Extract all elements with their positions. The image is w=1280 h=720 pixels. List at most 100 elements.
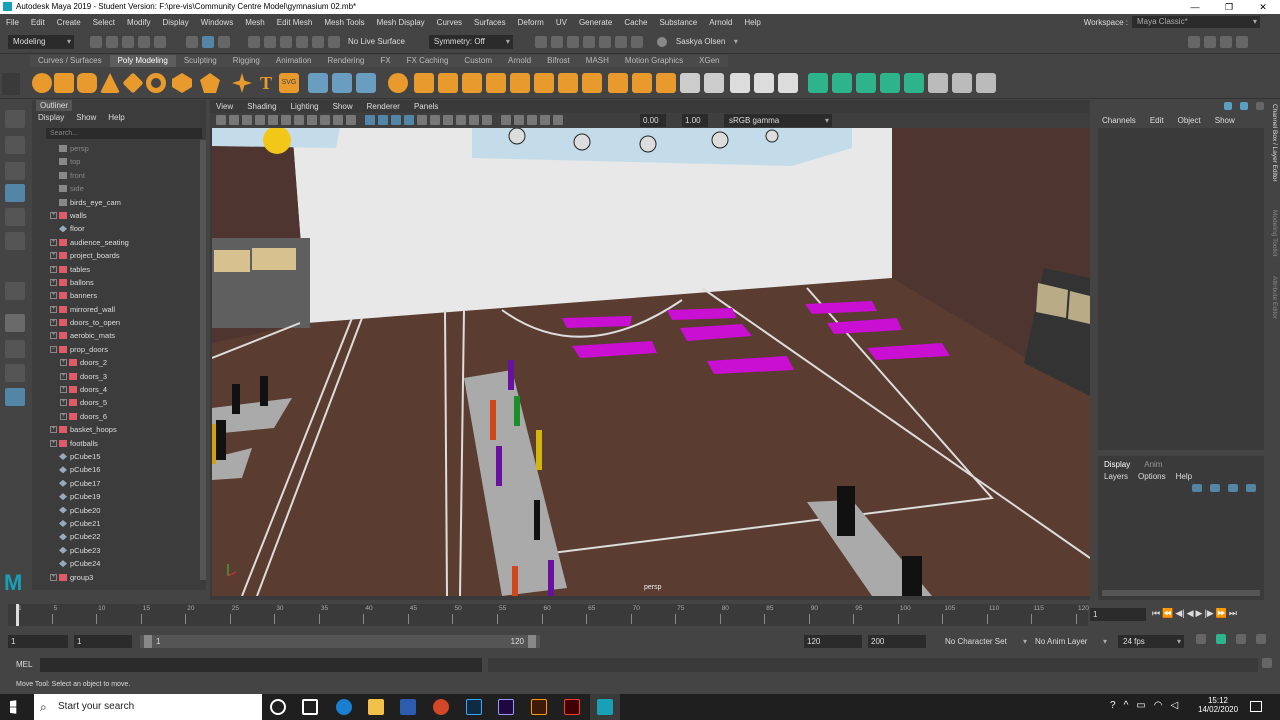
anim-layer-dropdown[interactable]: No Anim Layer <box>1030 635 1110 648</box>
step-back-key-icon[interactable]: ⏪ <box>1162 608 1173 619</box>
mel-input[interactable] <box>40 658 482 672</box>
animation-end-field[interactable]: 200 <box>868 635 926 648</box>
hypershade-icon[interactable] <box>598 35 611 48</box>
outliner-item[interactable]: + doors_2 <box>32 356 200 369</box>
snap-point-icon[interactable] <box>280 35 292 48</box>
uv-cylindrical-icon[interactable] <box>832 73 852 93</box>
shelf-tab-custom[interactable]: Custom <box>456 55 500 67</box>
select-object-icon[interactable] <box>202 35 214 48</box>
bevel-icon[interactable] <box>510 73 530 93</box>
ambient-occlusion-icon[interactable] <box>443 115 453 125</box>
mirror-icon[interactable] <box>414 73 434 93</box>
menu-mesh[interactable]: Mesh <box>239 18 271 27</box>
tab-anim[interactable]: Anim <box>1144 460 1162 469</box>
outliner-item[interactable]: + group3 <box>32 571 200 584</box>
separate-icon[interactable] <box>332 73 352 93</box>
svg-icon[interactable]: SVG <box>279 73 299 93</box>
rotate-tool-icon[interactable] <box>5 208 25 226</box>
snap-grid-icon[interactable] <box>248 35 260 48</box>
open-scene-icon[interactable] <box>106 35 118 48</box>
shelf-tab-poly-modeling[interactable]: Poly Modeling <box>109 55 176 67</box>
maximize-button[interactable]: ❐ <box>1212 0 1246 14</box>
file-explorer-icon[interactable] <box>368 699 384 715</box>
uv-sew-icon[interactable] <box>976 73 996 93</box>
safe-title-icon[interactable] <box>346 115 356 125</box>
poly-plane-icon[interactable] <box>122 72 144 94</box>
fuse-icon[interactable] <box>531 699 547 715</box>
outliner-item[interactable]: + doors_6 <box>32 410 200 423</box>
target-weld-icon[interactable] <box>730 73 750 93</box>
step-forward-key-icon[interactable]: ⏩ <box>1216 608 1227 619</box>
menu-arnold[interactable]: Arnold <box>703 18 738 27</box>
edge-browser-icon[interactable] <box>336 699 352 715</box>
close-button[interactable]: ✕ <box>1246 0 1280 14</box>
isolate-icon[interactable] <box>482 115 492 125</box>
menu-mesh-tools[interactable]: Mesh Tools <box>318 18 370 27</box>
layer-menu-options[interactable]: Options <box>1138 472 1166 481</box>
expand-toggle-icon[interactable]: + <box>50 265 57 273</box>
expand-toggle-icon[interactable]: + <box>60 412 67 420</box>
outliner-item[interactable]: + walls <box>32 209 200 222</box>
task-view-icon[interactable] <box>302 699 318 715</box>
go-to-end-icon[interactable]: ⏭ <box>1229 608 1237 619</box>
grid-icon[interactable] <box>268 115 278 125</box>
menu-deform[interactable]: Deform <box>512 18 550 27</box>
split-layout-icon[interactable] <box>5 340 25 358</box>
shadows-icon[interactable] <box>430 115 440 125</box>
outliner-item[interactable]: floor <box>32 222 200 235</box>
script-editor-icon[interactable] <box>1262 658 1272 668</box>
expand-toggle-icon[interactable]: + <box>50 439 57 447</box>
outliner-item[interactable]: pCube23 <box>32 544 200 557</box>
shelf-tab-motion-graphics[interactable]: Motion Graphics <box>616 55 692 67</box>
expand-toggle-icon[interactable]: + <box>60 372 67 380</box>
undo-icon[interactable] <box>138 35 150 48</box>
merge-icon[interactable] <box>438 73 458 93</box>
outliner-item[interactable]: + tables <box>32 263 200 276</box>
outliner-item[interactable]: + mirrored_wall <box>32 303 200 316</box>
fps-dropdown[interactable]: 24 fps <box>1118 635 1184 648</box>
combine-icon[interactable] <box>308 73 328 93</box>
snap-surface-icon[interactable] <box>312 35 324 48</box>
menu-substance[interactable]: Substance <box>653 18 703 27</box>
notifications-icon[interactable] <box>1250 701 1262 712</box>
expand-toggle-icon[interactable]: + <box>50 319 57 327</box>
super-shape-icon[interactable] <box>232 73 252 93</box>
channel-menu-channels[interactable]: Channels <box>1102 116 1136 125</box>
outliner-item[interactable]: + audience_seating <box>32 236 200 249</box>
clock-date[interactable]: 14/02/2020 <box>1198 705 1238 714</box>
menu-mesh-display[interactable]: Mesh Display <box>371 18 431 27</box>
shelf-settings-icon[interactable] <box>2 73 20 95</box>
move-tool-icon[interactable] <box>5 184 25 202</box>
render-frame-icon[interactable] <box>550 35 563 48</box>
outliner-item[interactable]: pCube15 <box>32 450 200 463</box>
playback-settings-icon[interactable] <box>1256 634 1266 644</box>
viewport-menu-panels[interactable]: Panels <box>414 100 438 113</box>
poly-text-icon[interactable]: T <box>256 73 276 93</box>
poly-cone-icon[interactable] <box>100 73 120 93</box>
near-clip-field[interactable]: 0.00 <box>640 114 666 127</box>
outliner-item[interactable]: front <box>32 169 200 182</box>
menu-set-dropdown[interactable]: Modeling <box>8 34 74 49</box>
character-set-dropdown[interactable]: No Character Set <box>940 635 1030 648</box>
tray-overflow-icon[interactable]: ^ <box>1124 700 1129 711</box>
outliner-item[interactable]: pCube22 <box>32 530 200 543</box>
menu-windows[interactable]: Windows <box>195 18 239 27</box>
menu-surfaces[interactable]: Surfaces <box>468 18 512 27</box>
tab-display[interactable]: Display <box>1104 460 1130 469</box>
mel-label[interactable]: MEL <box>16 660 32 669</box>
field-chart-icon[interactable] <box>320 115 330 125</box>
float-icon[interactable] <box>1256 102 1264 110</box>
bridge-icon[interactable] <box>462 73 482 93</box>
network-icon[interactable]: ◠ <box>1154 700 1163 711</box>
playback-end-field[interactable]: 120 <box>804 635 862 648</box>
auto-key-icon[interactable] <box>1216 634 1226 644</box>
save-scene-icon[interactable] <box>122 35 134 48</box>
current-time-marker[interactable] <box>16 604 19 626</box>
viewport-menu-lighting[interactable]: Lighting <box>291 100 319 113</box>
menu-help[interactable]: Help <box>738 18 766 27</box>
playback-start-field[interactable]: 1 <box>74 635 132 648</box>
render-settings-icon[interactable] <box>582 35 595 48</box>
expand-toggle-icon[interactable]: + <box>50 211 57 219</box>
modeling-toolkit-icon[interactable] <box>1188 35 1200 48</box>
crease-icon[interactable] <box>680 73 700 93</box>
